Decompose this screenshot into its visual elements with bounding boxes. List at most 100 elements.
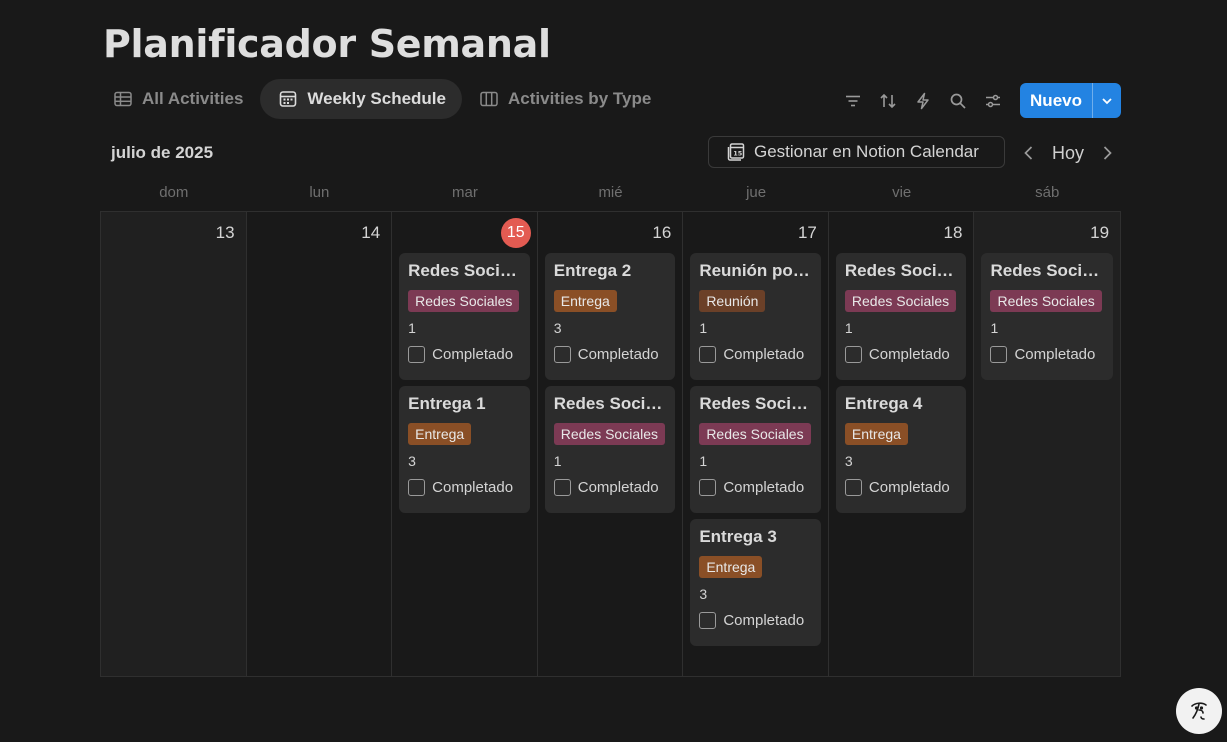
day-cards: Entrega 2 Entrega 3 Completado Redes Social.… xyxy=(544,253,676,513)
completed-label: Completado xyxy=(577,479,659,496)
completed-row: Completado xyxy=(553,346,667,363)
day-cell[interactable]: 17 Reunión por ... Reunión 1 Completado Redes… xyxy=(683,212,829,676)
completed-label: Completado xyxy=(723,479,805,496)
completed-checkbox[interactable] xyxy=(408,479,426,496)
event-type-tag: Entrega xyxy=(844,423,908,445)
event-card[interactable]: Redes Social... Redes Sociales 1 Completado xyxy=(399,253,530,380)
completed-checkbox[interactable] xyxy=(844,346,862,363)
completed-checkbox[interactable] xyxy=(553,346,571,363)
page: Planificador Semanal All Activities Week… xyxy=(0,0,1227,742)
completed-checkbox[interactable] xyxy=(699,479,717,496)
event-card[interactable]: Redes Social... Redes Sociales 1 Completado xyxy=(544,386,676,513)
completed-checkbox[interactable] xyxy=(844,479,862,496)
day-cell[interactable]: 13 xyxy=(101,212,247,676)
day-cards: Redes Social... Redes Sociales 1 Completado… xyxy=(399,253,530,513)
event-card[interactable]: Entrega 3 Entrega 3 Completado xyxy=(690,519,821,646)
weekday-label: lun xyxy=(309,184,330,201)
completed-row: Completado xyxy=(990,346,1104,363)
event-type-tag: Entrega xyxy=(699,556,763,578)
chevron-left-icon xyxy=(1024,146,1033,160)
event-value: 3 xyxy=(699,586,708,602)
help-button[interactable] xyxy=(1176,688,1222,734)
completed-label: Completado xyxy=(868,346,950,363)
completed-label: Completado xyxy=(432,346,514,363)
page-title: Planificador Semanal xyxy=(103,22,551,66)
sort-icon xyxy=(879,93,896,108)
day-cards: Reunión por ... Reunión 1 Completado Redes S… xyxy=(690,253,821,646)
notion-assistant-icon xyxy=(1191,702,1207,720)
day-cell[interactable]: 15 Redes Social... Redes Sociales 1 Completa… xyxy=(392,212,538,676)
completed-row: Completado xyxy=(699,346,812,363)
sort-button[interactable] xyxy=(870,83,905,118)
day-cell[interactable]: 14 xyxy=(247,212,393,676)
day-cards: Redes Social... Redes Sociales 1 Completado… xyxy=(835,253,967,513)
day-cell[interactable]: 19 Redes Social... Redes Sociales 1 Completa… xyxy=(974,212,1121,676)
completed-row: Completado xyxy=(699,479,812,496)
tab-all-activities[interactable]: All Activities xyxy=(100,79,256,119)
event-title: Reunión por ... xyxy=(699,261,812,280)
week-grid: 13 14 15 Redes Social... Redes Sociales 1 Comp… xyxy=(100,211,1121,677)
event-type-tag: Entrega xyxy=(408,423,472,445)
weekday-label: dom xyxy=(159,184,189,201)
event-type-tag: Redes Sociales xyxy=(844,290,957,312)
event-card[interactable]: Entrega 4 Entrega 3 Completado xyxy=(835,386,967,513)
event-value: 1 xyxy=(699,320,708,336)
day-number: 16 xyxy=(652,223,672,242)
tab-activities-by-type[interactable]: Activities by Type xyxy=(466,79,664,119)
manage-calendar-label: Gestionar en Notion Calendar xyxy=(754,142,979,161)
event-card[interactable]: Entrega 1 Entrega 3 Completado xyxy=(399,386,530,513)
event-value: 1 xyxy=(553,453,562,469)
table-icon xyxy=(114,91,132,107)
event-title: Entrega 2 xyxy=(553,261,632,280)
day-cell[interactable]: 18 Redes Social... Redes Sociales 1 Completa… xyxy=(829,212,975,676)
event-type-tag: Redes Sociales xyxy=(699,423,811,445)
settings-button[interactable] xyxy=(975,83,1010,118)
completed-row: Completado xyxy=(699,612,812,629)
new-dropdown-button[interactable] xyxy=(1092,83,1121,118)
event-value: 1 xyxy=(844,320,853,336)
completed-row: Completado xyxy=(408,346,521,363)
tab-weekly-schedule[interactable]: Weekly Schedule xyxy=(260,79,462,119)
manage-calendar-button[interactable]: 15 Gestionar en Notion Calendar xyxy=(708,136,1005,168)
completed-checkbox[interactable] xyxy=(408,346,426,363)
completed-checkbox[interactable] xyxy=(553,479,571,496)
event-card[interactable]: Reunión por ... Reunión 1 Completado xyxy=(690,253,821,380)
event-value: 3 xyxy=(844,453,853,469)
new-button-group: Nuevo xyxy=(1020,83,1121,118)
weekday-label: vie xyxy=(892,184,912,201)
weekday-label: jue xyxy=(746,184,767,201)
completed-row: Completado xyxy=(844,346,958,363)
event-title: Redes Social... xyxy=(699,394,812,413)
event-card[interactable]: Entrega 2 Entrega 3 Completado xyxy=(544,253,676,380)
event-title: Redes Social... xyxy=(990,261,1105,280)
view-tabs: All Activities Weekly Schedule Activitie… xyxy=(100,79,664,119)
completed-checkbox[interactable] xyxy=(990,346,1008,363)
filter-button[interactable] xyxy=(835,83,870,118)
lightning-icon xyxy=(916,92,929,109)
event-card[interactable]: Redes Social... Redes Sociales 1 Completado xyxy=(835,253,967,380)
day-cards: Redes Social... Redes Sociales 1 Completado xyxy=(981,253,1114,380)
event-card[interactable]: Redes Social... Redes Sociales 1 Completado xyxy=(981,253,1114,380)
notion-calendar-icon: 15 xyxy=(727,143,745,161)
event-title: Entrega 4 xyxy=(844,394,923,413)
completed-checkbox[interactable] xyxy=(699,612,717,629)
new-button[interactable]: Nuevo xyxy=(1020,83,1092,118)
chevron-down-icon xyxy=(1102,97,1112,104)
next-week-button[interactable] xyxy=(1096,139,1118,167)
today-button[interactable]: Hoy xyxy=(1044,143,1092,164)
weekday-label: sáb xyxy=(1035,184,1060,201)
automation-button[interactable] xyxy=(905,83,940,118)
event-title: Redes Social... xyxy=(844,261,958,280)
completed-label: Completado xyxy=(577,346,659,363)
completed-label: Completado xyxy=(1014,346,1096,363)
prev-week-button[interactable] xyxy=(1018,139,1040,167)
event-card[interactable]: Redes Social... Redes Sociales 1 Completado xyxy=(690,386,821,513)
completed-checkbox[interactable] xyxy=(699,346,717,363)
day-cell[interactable]: 16 Entrega 2 Entrega 3 Completado Redes Socia… xyxy=(538,212,684,676)
tab-label: Activities by Type xyxy=(508,89,652,108)
event-type-tag: Redes Sociales xyxy=(408,290,520,312)
tab-label: Weekly Schedule xyxy=(307,89,446,108)
day-number: 14 xyxy=(361,223,381,242)
event-value: 1 xyxy=(699,453,708,469)
search-button[interactable] xyxy=(940,83,975,118)
